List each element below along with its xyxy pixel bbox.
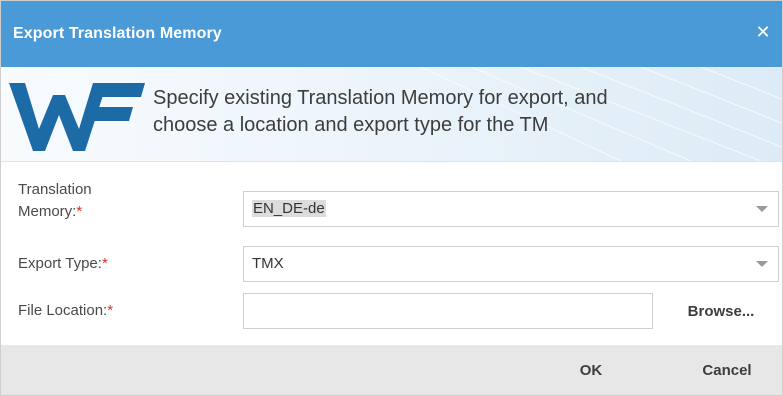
translation-memory-value: EN_DE-de	[252, 200, 326, 217]
banner-description: Specify existing Translation Memory for …	[153, 85, 753, 139]
dialog-footer: OK Cancel	[1, 345, 782, 395]
export-type-label-text: Export Type:	[18, 255, 102, 272]
required-marker: *	[107, 302, 114, 319]
close-icon[interactable]: ✕	[752, 21, 774, 43]
translation-memory-label-line-1: Translation	[18, 181, 92, 198]
file-location-label: File Location:*	[18, 300, 113, 322]
dialog-banner: Specify existing Translation Memory for …	[1, 67, 782, 161]
ok-button[interactable]: OK	[561, 345, 621, 395]
file-location-input[interactable]	[243, 293, 653, 329]
dialog-title: Export Translation Memory	[13, 25, 222, 42]
chevron-down-icon[interactable]	[756, 261, 768, 267]
export-type-label: Export Type:*	[18, 253, 108, 275]
file-location-label-text: File Location:	[18, 302, 108, 319]
wordfast-logo-icon	[9, 83, 145, 151]
banner-text-line-1: Specify existing Translation Memory for …	[153, 87, 608, 109]
banner-divider	[1, 161, 782, 162]
chevron-down-icon[interactable]	[756, 206, 768, 212]
translation-memory-label-line-2: Memory:*	[18, 201, 92, 223]
banner-text-line-2: choose a location and export type for th…	[153, 114, 549, 136]
export-type-value: TMX	[252, 255, 284, 272]
translation-memory-label: Translation Memory:*	[18, 179, 92, 223]
translation-memory-label-text: Memory:	[18, 203, 77, 220]
required-marker: *	[76, 203, 83, 220]
translation-memory-select[interactable]: EN_DE-de	[243, 191, 779, 227]
cancel-button[interactable]: Cancel	[677, 345, 777, 395]
export-type-select[interactable]: TMX	[243, 246, 779, 282]
browse-button[interactable]: Browse...	[671, 297, 771, 325]
required-marker: *	[101, 255, 108, 272]
export-translation-memory-dialog: Export Translation Memory ✕ Specify exis…	[0, 0, 783, 396]
dialog-titlebar: Export Translation Memory ✕	[1, 1, 782, 67]
